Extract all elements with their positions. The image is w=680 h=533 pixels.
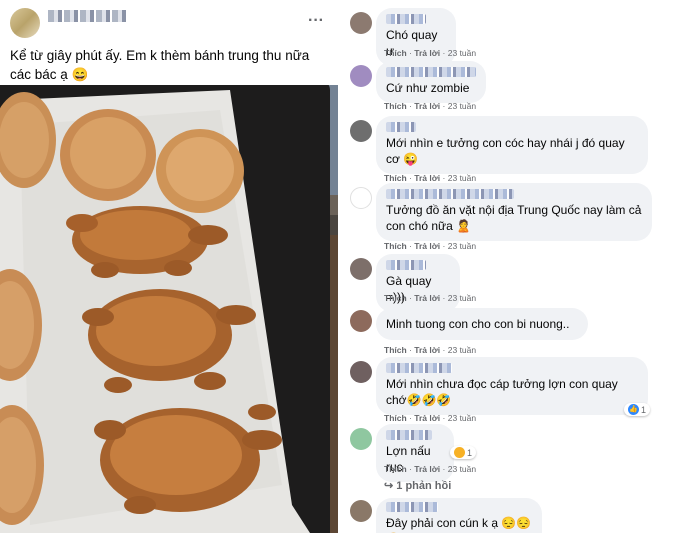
reaction-badge[interactable]: 👍 1 xyxy=(624,403,651,416)
reply-link[interactable]: Trả lời xyxy=(414,413,440,423)
commenter-name-blurred[interactable] xyxy=(386,67,476,77)
commenter-avatar[interactable] xyxy=(350,120,372,142)
reply-link[interactable]: Trả lời xyxy=(414,173,440,183)
comment-actions: Thích · Trả lời · 23 tuần xyxy=(384,48,477,58)
commenter-name-blurred[interactable] xyxy=(386,430,432,440)
comment-actions: Thích · Trả lời · 23 tuần xyxy=(384,293,477,303)
comment-item: Gà quay =))) Thích · Trả lời · 23 tuần xyxy=(344,254,680,312)
view-replies-link[interactable]: ↪ 1 phản hồi xyxy=(384,479,451,492)
comment-item: Lợn nấu rục 1 Thích · Trả lời · 23 tuần xyxy=(344,424,680,482)
comment-time[interactable]: 23 tuần xyxy=(448,345,476,355)
commenter-avatar[interactable] xyxy=(350,428,372,450)
reaction-badge[interactable]: 1 xyxy=(450,446,477,459)
comment-text: Đây phải con cún k ạ 😔😔😔 xyxy=(386,516,532,533)
comment-time[interactable]: 23 tuần xyxy=(448,173,476,183)
comment-bubble: Gà quay =))) xyxy=(376,254,460,312)
post-photo[interactable] xyxy=(0,85,338,533)
comment-time[interactable]: 23 tuần xyxy=(448,48,476,58)
comment-bubble: Cứ như zombie xyxy=(376,61,486,103)
commenter-avatar[interactable] xyxy=(350,187,372,209)
comment-text: Minh tuong con cho con bi nuong.. xyxy=(386,317,570,331)
like-link[interactable]: Thích xyxy=(384,413,407,423)
reaction-count: 1 xyxy=(641,404,647,415)
comment-text: Tưởng đồ ăn vặt nội địa Trung Quốc nay l… xyxy=(386,203,642,233)
comment-bubble: Mới nhìn chưa đọc cáp tưởng lợn con quay… xyxy=(376,357,648,415)
comment-text: Cứ như zombie xyxy=(386,81,470,95)
commenter-avatar[interactable] xyxy=(350,12,372,34)
comment-bubble: Minh tuong con cho con bi nuong.. xyxy=(376,308,588,340)
comment-actions: Thích · Trả lời · 23 tuần xyxy=(384,241,477,251)
comment-item: Mới nhìn chưa đọc cáp tưởng lợn con quay… xyxy=(344,357,680,423)
like-link[interactable]: Thích xyxy=(384,241,407,251)
reply-link[interactable]: Trả lời xyxy=(414,101,440,111)
reply-link[interactable]: Trả lời xyxy=(414,293,440,303)
comment-bubble: Đây phải con cún k ạ 😔😔😔 xyxy=(376,498,542,533)
commenter-avatar[interactable] xyxy=(350,361,372,383)
post-author-avatar[interactable] xyxy=(10,8,40,38)
like-link[interactable]: Thích xyxy=(384,464,407,474)
comment-actions: Thích · Trả lời · 23 tuần xyxy=(384,173,477,183)
haha-reaction-icon xyxy=(454,447,465,458)
post-author-name-blurred[interactable] xyxy=(48,10,128,22)
commenter-name-blurred[interactable] xyxy=(386,189,514,199)
like-link[interactable]: Thích xyxy=(384,48,407,58)
more-horizontal-icon[interactable]: ··· xyxy=(308,12,324,30)
comment-item: Tưởng đồ ăn vặt nội địa Trung Quốc nay l… xyxy=(344,183,680,251)
comment-actions: Thích · Trả lời · 23 tuần xyxy=(384,345,477,355)
photo-illustration xyxy=(0,85,338,533)
reaction-count: 1 xyxy=(467,447,473,458)
post-text: Kể từ giây phút ấy. Em k thèm bánh trung… xyxy=(10,48,310,82)
comment-time[interactable]: 23 tuần xyxy=(448,101,476,111)
comment-time[interactable]: 23 tuần xyxy=(448,464,476,474)
commenter-name-blurred[interactable] xyxy=(386,260,426,270)
commenter-avatar[interactable] xyxy=(350,65,372,87)
reply-link[interactable]: Trả lời xyxy=(414,48,440,58)
like-link[interactable]: Thích xyxy=(384,345,407,355)
reply-link[interactable]: Trả lời xyxy=(414,464,440,474)
commenter-name-blurred[interactable] xyxy=(386,14,426,24)
comment-item: Đây phải con cún k ạ 😔😔😔 xyxy=(344,498,680,533)
comment-item: Chó quay ư Thích · Trả lời · 23 tuần xyxy=(344,8,680,66)
commenter-name-blurred[interactable] xyxy=(386,502,438,512)
comment-actions: Thích · Trả lời · 23 tuần xyxy=(384,413,477,423)
post-card: ··· Kể từ giây phút ấy. Em k thèm bánh t… xyxy=(0,0,338,533)
commenter-avatar[interactable] xyxy=(350,310,372,332)
comment-item: Cứ như zombie Thích · Trả lời · 23 tuần xyxy=(344,61,680,111)
comment-item: Minh tuong con cho con bi nuong.. Thích … xyxy=(344,306,680,356)
reply-link[interactable]: Trả lời xyxy=(414,241,440,251)
comment-bubble: Tưởng đồ ăn vặt nội địa Trung Quốc nay l… xyxy=(376,183,652,241)
comment-actions: Thích · Trả lời · 23 tuần xyxy=(384,101,477,111)
like-link[interactable]: Thích xyxy=(384,101,407,111)
commenter-avatar[interactable] xyxy=(350,258,372,280)
comment-bubble: Mới nhìn e tưởng con cóc hay nhái j đó q… xyxy=(376,116,648,174)
reply-arrow-icon: ↪ xyxy=(384,480,394,492)
like-link[interactable]: Thích xyxy=(384,173,407,183)
comment-actions: Thích · Trả lời · 23 tuần xyxy=(384,464,477,474)
commenter-name-blurred[interactable] xyxy=(386,122,416,132)
like-link[interactable]: Thích xyxy=(384,293,407,303)
reply-link[interactable]: Trả lời xyxy=(414,345,440,355)
like-reaction-icon: 👍 xyxy=(628,404,639,415)
comment-time[interactable]: 23 tuần xyxy=(448,241,476,251)
comments-panel: Chó quay ư Thích · Trả lời · 23 tuần Cứ … xyxy=(344,0,680,533)
comment-text: Mới nhìn e tưởng con cóc hay nhái j đó q… xyxy=(386,136,625,166)
post-header: ··· xyxy=(10,8,330,38)
comment-item: Mới nhìn e tưởng con cóc hay nhái j đó q… xyxy=(344,116,680,184)
commenter-name-blurred[interactable] xyxy=(386,363,452,373)
comment-text: Mới nhìn chưa đọc cáp tưởng lợn con quay… xyxy=(386,377,618,407)
comment-time[interactable]: 23 tuần xyxy=(448,293,476,303)
commenter-avatar[interactable] xyxy=(350,500,372,522)
comment-time[interactable]: 23 tuần xyxy=(448,413,476,423)
